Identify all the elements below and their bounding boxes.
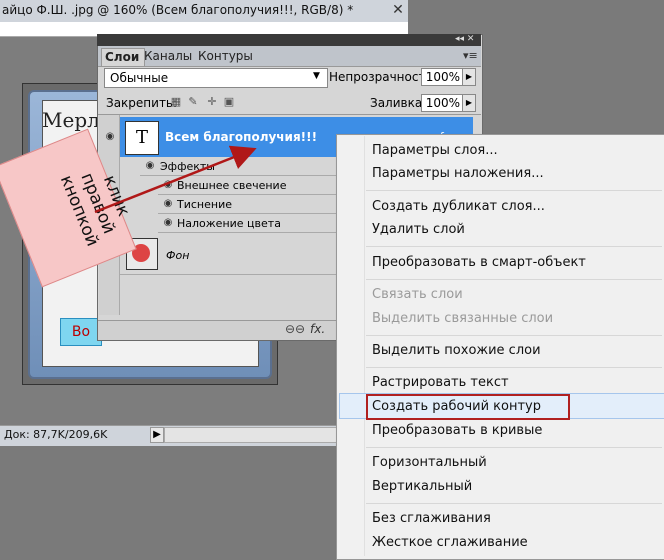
menu-item-select-similar-layers[interactable]: Выделить похожие слои [372,343,541,358]
menu-item-rasterize-type[interactable]: Растрировать текст [372,375,509,390]
menu-item-vertical[interactable]: Вертикальный [372,479,472,494]
menu-separator [366,335,662,336]
menu-item-convert-smart-object[interactable]: Преобразовать в смарт-объект [372,255,586,270]
menu-separator [366,279,662,280]
menu-item-duplicate-layer[interactable]: Создать дубликат слоя... [372,199,545,214]
menu-item-select-linked-layers: Выделить связанные слои [372,311,554,326]
menu-item-anti-alias-none[interactable]: Без сглаживания [372,511,491,526]
context-menu-gutter [338,136,365,556]
menu-item-link-layers: Связать слои [372,287,463,302]
menu-item-delete-layer[interactable]: Удалить слой [372,222,465,237]
menu-separator [366,447,662,448]
menu-item-convert-to-shape[interactable]: Преобразовать в кривые [372,423,542,438]
highlight-box [366,394,570,420]
menu-item-layer-properties[interactable]: Параметры слоя... [372,143,498,158]
menu-item-blending-options[interactable]: Параметры наложения... [372,166,544,181]
menu-separator [366,190,662,191]
menu-item-anti-alias-sharp[interactable]: Жесткое сглаживание [372,535,528,550]
menu-item-horizontal[interactable]: Горизонтальный [372,455,487,470]
menu-separator [366,367,662,368]
menu-separator [366,246,662,247]
menu-separator [366,503,662,504]
